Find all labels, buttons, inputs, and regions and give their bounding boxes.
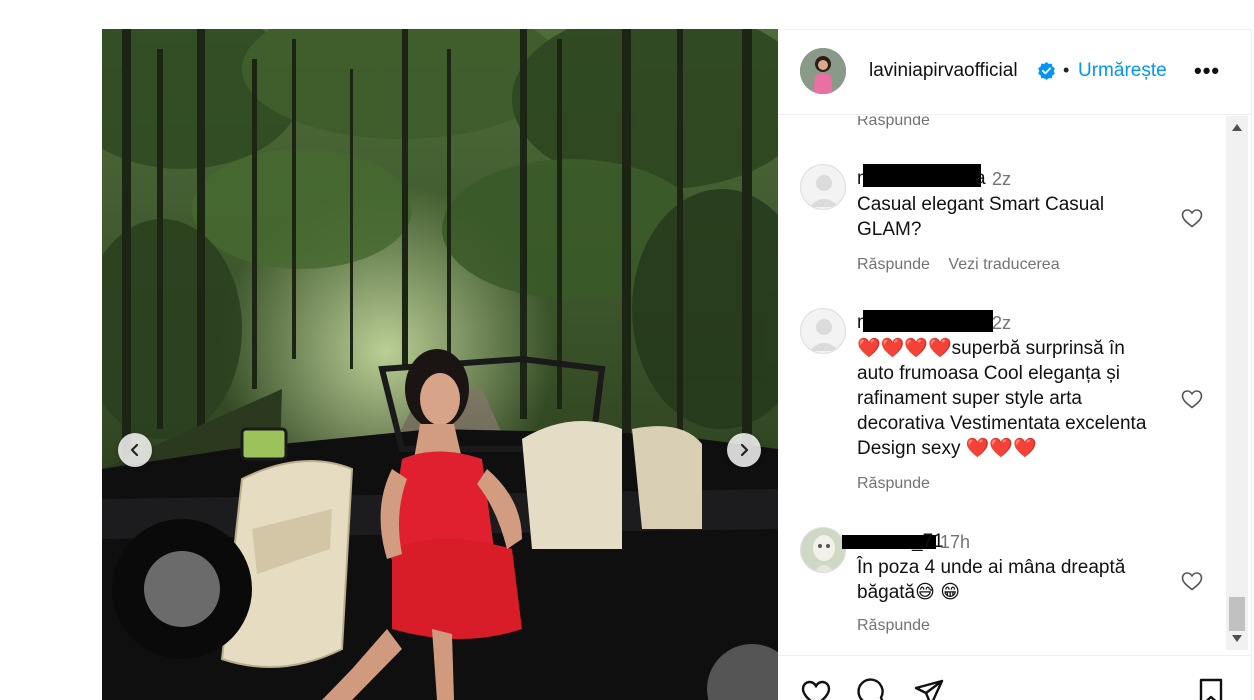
reply-button[interactable]: Răspunde [857,116,930,130]
comment-time[interactable]: 2z [992,169,1011,190]
chevron-right-icon [740,443,749,457]
post-header: laviniapirvaofficial • Urmărește ••• [778,30,1251,115]
comment-avatar[interactable] [800,164,846,210]
default-avatar-icon [809,319,839,351]
comment-avatar[interactable] [800,527,846,573]
forest-car-photo [102,29,778,700]
verified-badge-icon [1038,61,1055,80]
reply-button[interactable]: Răspunde [857,617,930,634]
comments-list: Răspunde m a 2z Casual elegant Smart Cas… [778,116,1226,650]
carousel-next-button[interactable] [727,433,761,467]
comment-text: ❤️❤️❤️❤️superbă surprinsă în auto frumoa… [857,338,1147,459]
comment-avatar[interactable] [800,308,846,354]
scroll-down-arrow-icon[interactable] [1231,634,1243,644]
default-avatar-icon [809,175,839,207]
post-side-panel: laviniapirvaofficial • Urmărește ••• Răs… [778,29,1252,700]
comment-actions: Răspunde Vezi traducerea [857,256,1074,274]
follow-button[interactable]: Urmărește [1078,60,1167,82]
avatar-image [800,48,846,94]
avatar[interactable] [800,48,846,94]
scroll-up-arrow-icon[interactable] [1231,122,1243,132]
post-username[interactable]: laviniapirvaofficial [869,60,1018,82]
reply-button[interactable]: Răspunde [857,475,930,492]
heart-icon[interactable] [1180,387,1204,411]
instagram-post-modal: laviniapirvaofficial • Urmărește ••• Răs… [0,0,1254,700]
heart-icon[interactable] [1180,569,1204,593]
post-action-bar [778,655,1251,700]
reply-button[interactable]: Răspunde [857,256,930,273]
comment-icon[interactable] [856,677,888,700]
post-photo [102,29,778,700]
bookmark-icon[interactable] [1195,677,1227,700]
comment-username-end[interactable]: a [975,168,986,190]
more-options-button[interactable]: ••• [1194,58,1220,84]
scrollbar-thumb[interactable] [1229,597,1245,631]
carousel-prev-button[interactable] [118,433,152,467]
heart-icon[interactable] [1180,206,1204,230]
heart-icon[interactable] [800,677,832,700]
redacted-username [863,164,981,187]
comment-text: Casual elegant Smart Casual GLAM? [857,194,1105,240]
redacted-username [863,310,993,332]
chevron-left-icon [130,443,139,457]
comment-actions: Răspunde [857,617,944,635]
share-icon[interactable] [913,677,945,700]
comment-actions: Răspunde [857,475,944,493]
comment-username-end[interactable]: _71 [912,531,944,553]
see-translation-button[interactable]: Vezi traducerea [948,256,1059,273]
avatar-image [801,528,845,572]
comments-scrollbar[interactable] [1226,116,1248,650]
separator-dot: • [1063,60,1070,80]
comment-text: În poza 4 unde ai mâna dreaptă băgată😅 😁 [857,557,1126,603]
comment-time[interactable]: 17h [940,532,970,553]
comment-time[interactable]: 2z [992,313,1011,334]
